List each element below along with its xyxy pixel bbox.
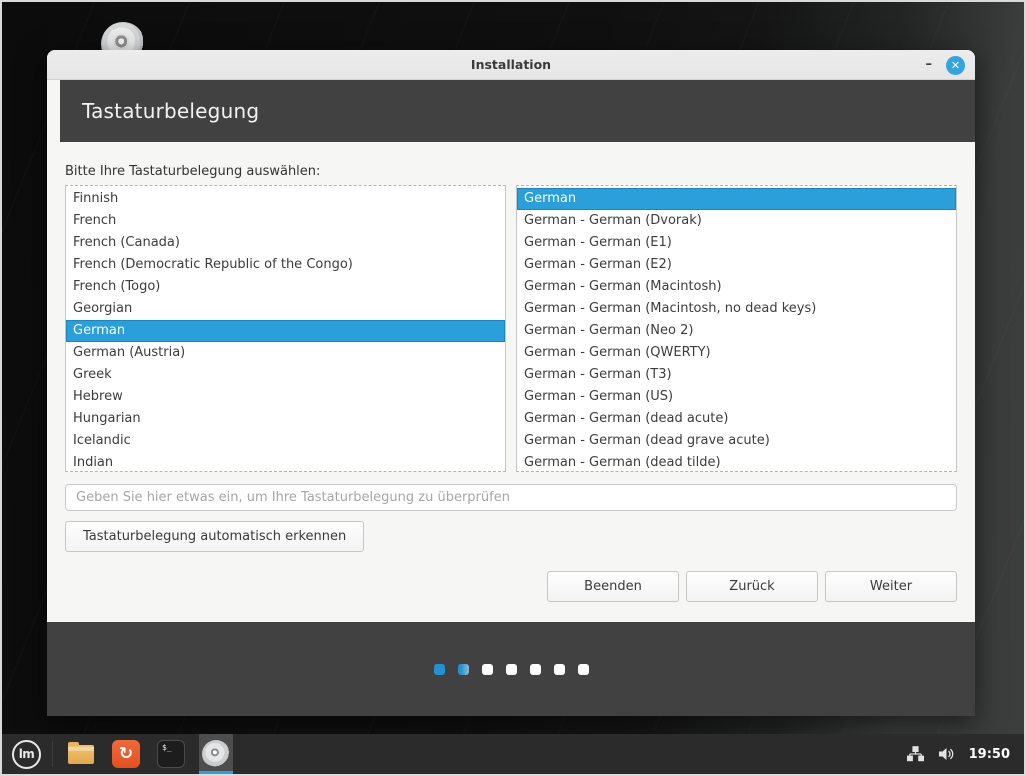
terminal-icon: $_ bbox=[157, 740, 185, 768]
layout-list-item[interactable]: Greek bbox=[66, 364, 505, 386]
desktop: Installation – ✕ Tastaturbelegung Bitte … bbox=[0, 0, 1026, 776]
orange-app-button[interactable]: ↻ bbox=[109, 734, 143, 774]
variant-list[interactable]: GermanGerman - German (Dvorak)German - G… bbox=[516, 185, 957, 472]
quit-button[interactable]: Beenden bbox=[547, 571, 679, 602]
wired-network-icon[interactable] bbox=[907, 746, 924, 762]
progress-step-dot bbox=[530, 664, 541, 675]
mint-menu-button[interactable]: lm bbox=[12, 740, 41, 769]
back-button[interactable]: Zurück bbox=[686, 571, 818, 602]
window-title: Installation bbox=[471, 57, 551, 72]
files-app-button[interactable] bbox=[64, 734, 98, 774]
keyboard-test-input[interactable] bbox=[65, 484, 957, 511]
step-header: Tastaturbelegung bbox=[60, 80, 975, 142]
variant-list-item[interactable]: German bbox=[517, 188, 956, 210]
taskbar: lm ↻ $_ bbox=[2, 734, 1024, 774]
layout-list-item[interactable]: French bbox=[66, 210, 505, 232]
variant-list-item[interactable]: German - German (Neo 2) bbox=[517, 320, 956, 342]
layout-list-item[interactable]: Indian bbox=[66, 452, 505, 472]
variant-list-item[interactable]: German - German (T3) bbox=[517, 364, 956, 386]
progress-step-dot bbox=[506, 664, 517, 675]
layout-list-item[interactable]: German (Austria) bbox=[66, 342, 505, 364]
progress-step-dot bbox=[434, 664, 445, 675]
circular-arrow-icon: ↻ bbox=[112, 740, 140, 768]
variant-list-item[interactable]: German - German (dead acute) bbox=[517, 408, 956, 430]
layout-list-item[interactable]: German bbox=[66, 320, 505, 342]
variant-list-item[interactable]: German - German (Macintosh) bbox=[517, 276, 956, 298]
linux-mint-logo-icon: lm bbox=[19, 747, 35, 761]
taskbar-clock[interactable]: 19:50 bbox=[969, 747, 1010, 762]
window-controls: – ✕ bbox=[924, 50, 966, 80]
next-button[interactable]: Weiter bbox=[825, 571, 957, 602]
layout-list-item[interactable]: French (Democratic Republic of the Congo… bbox=[66, 254, 505, 276]
variant-list-item[interactable]: German - German (dead tilde) bbox=[517, 452, 956, 472]
layout-list-item[interactable]: Finnish bbox=[66, 188, 505, 210]
titlebar[interactable]: Installation – ✕ bbox=[47, 50, 975, 80]
layout-list-item[interactable]: Hungarian bbox=[66, 408, 505, 430]
progress-step-dot bbox=[482, 664, 493, 675]
layout-list-item[interactable]: Georgian bbox=[66, 298, 505, 320]
detect-layout-button[interactable]: Tastaturbelegung automatisch erkennen bbox=[65, 521, 364, 552]
installer-window: Installation – ✕ Tastaturbelegung Bitte … bbox=[47, 50, 975, 716]
cd-disc-icon bbox=[202, 740, 230, 768]
terminal-prompt-glyph: $_ bbox=[162, 743, 172, 752]
progress-step-dot bbox=[554, 664, 565, 675]
layout-list-item[interactable]: French (Togo) bbox=[66, 276, 505, 298]
page-title: Tastaturbelegung bbox=[82, 99, 259, 123]
taskbar-separator bbox=[52, 741, 53, 767]
layout-list-item[interactable]: Icelandic bbox=[66, 430, 505, 452]
variant-list-item[interactable]: German - German (dead grave acute) bbox=[517, 430, 956, 452]
step-content: Bitte Ihre Tastaturbelegung auswählen: F… bbox=[47, 142, 975, 622]
layout-list[interactable]: FinnishFrenchFrench (Canada)French (Demo… bbox=[65, 185, 506, 472]
wizard-nav: Beenden Zurück Weiter bbox=[65, 571, 957, 602]
variant-list-item[interactable]: German - German (E1) bbox=[517, 232, 956, 254]
terminal-app-button[interactable]: $_ bbox=[154, 734, 188, 774]
variant-list-item[interactable]: German - German (QWERTY) bbox=[517, 342, 956, 364]
speaker-icon[interactable] bbox=[938, 746, 955, 762]
layout-list-item[interactable]: French (Canada) bbox=[66, 232, 505, 254]
close-button[interactable]: ✕ bbox=[946, 56, 965, 75]
progress-step-dot bbox=[578, 664, 589, 675]
variant-list-item[interactable]: German - German (Dvorak) bbox=[517, 210, 956, 232]
minimize-button[interactable]: – bbox=[924, 50, 935, 80]
variant-list-item[interactable]: German - German (Macintosh, no dead keys… bbox=[517, 298, 956, 320]
prompt-label: Bitte Ihre Tastaturbelegung auswählen: bbox=[65, 164, 957, 179]
installer-app-button[interactable] bbox=[199, 734, 233, 774]
variant-list-item[interactable]: German - German (US) bbox=[517, 386, 956, 408]
variant-list-item[interactable]: German - German (E2) bbox=[517, 254, 956, 276]
keyboard-lists: FinnishFrenchFrench (Canada)French (Demo… bbox=[65, 185, 957, 472]
system-tray: 19:50 bbox=[907, 746, 1014, 762]
progress-footer bbox=[47, 622, 975, 716]
folder-icon bbox=[68, 745, 94, 764]
progress-step-dot bbox=[458, 664, 469, 675]
layout-list-item[interactable]: Hebrew bbox=[66, 386, 505, 408]
